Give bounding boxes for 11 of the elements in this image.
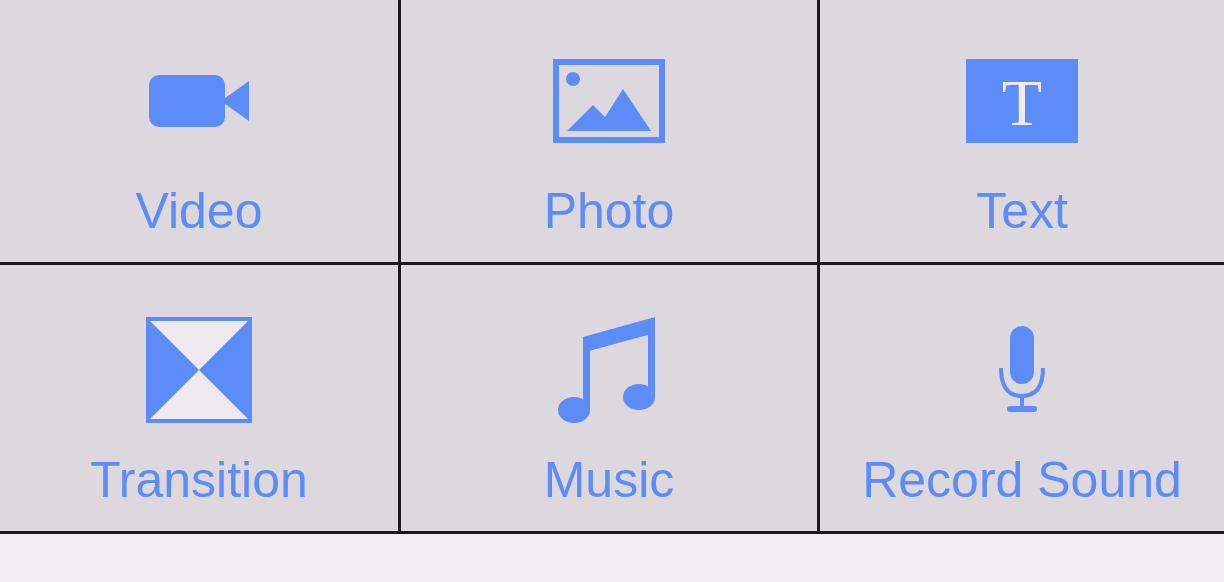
tile-button[interactable]: Record Sound xyxy=(820,265,1224,531)
microphone-icon xyxy=(997,326,1047,414)
tile-button[interactable]: Video xyxy=(0,0,398,262)
photo-icon xyxy=(553,59,665,143)
text-icon: T xyxy=(966,59,1078,143)
video-camera-icon xyxy=(149,75,249,127)
transition-icon xyxy=(146,317,252,423)
tile-button[interactable]: Transition xyxy=(0,265,398,531)
tile-button[interactable]: T Text xyxy=(820,0,1224,262)
tile-button[interactable]: Music xyxy=(401,265,817,531)
tile-button[interactable]: Photo xyxy=(401,0,817,262)
